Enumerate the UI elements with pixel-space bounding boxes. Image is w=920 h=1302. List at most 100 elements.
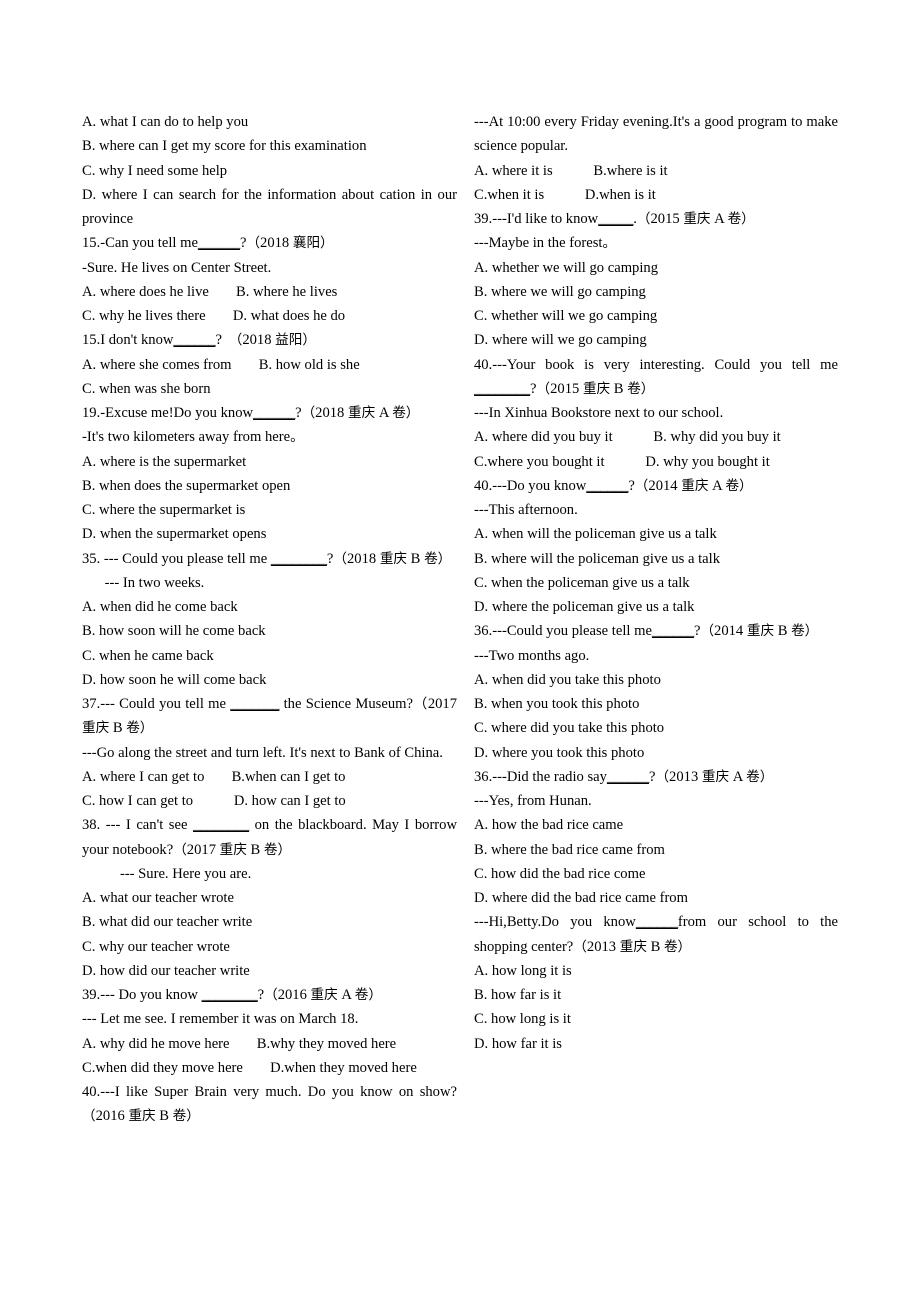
cjk-text [605,454,646,470]
cjk-text: 卷） [424,550,452,567]
fill-in-blank[interactable]: _____ [598,211,633,227]
option-line: A. when did you take this photo [474,671,661,688]
fill-in-blank[interactable]: _______ [230,696,279,712]
answer-line: ---Maybe in the forest。 [474,235,617,252]
cjk-text: 重庆 [582,380,611,397]
cjk-text: （ [301,405,316,421]
fill-in-blank[interactable]: ______ [607,769,649,785]
fill-in-blank[interactable]: ________ [202,987,258,1003]
option-line: B. where can I get my score for this exa… [82,138,367,155]
question-stem: 36.---Could you please tell me______?（20… [474,623,819,640]
option-line: D. where did the bad rice came from [474,890,688,906]
answer-line: -It's two kilometers away from here。 [82,429,304,446]
option-line: C. how long is it [474,1011,571,1028]
option-line: A. why did he move here B.why they moved… [82,1035,397,1052]
right-column: ---At 10:00 every Friday evening.It's a … [474,110,838,1056]
option-line: B. when you took this photo [474,696,640,712]
option-line: A. how long it is [474,962,572,979]
cjk-text: 重庆 [681,477,709,494]
cjk-text: （ [333,550,347,567]
cjk-text: （ [221,332,243,349]
option-line: A. what our teacher wrote [82,890,234,906]
option-line: C. when the policeman give us a talk [474,574,690,591]
question-stem: 39.---I'd like to know_____.（2015 重庆 A 卷… [474,211,755,227]
cjk-text: 重庆 [619,938,647,955]
option-line: B. where we will go camping [474,283,646,300]
question-stem: 39.--- Do you know ________?（2016 重庆 A 卷… [82,987,382,1003]
cjk-text: 襄阳） [292,235,334,252]
left-column: A. what I can do to help you B. where ca… [82,110,457,1129]
fill-in-blank[interactable]: ______ [253,405,295,421]
option-line: D. how soon he will come back [82,671,267,688]
question-stem: 40.---Do you know______?（2014 重庆 A 卷） [474,477,753,494]
option-line: A. whether we will go camping [474,259,658,276]
option-line: C. why our teacher wrote [82,938,230,955]
cjk-text: 卷） [126,720,154,737]
question-stem: 37.--- Could you tell me _______ the Sci… [82,696,458,737]
cjk-text: 重庆 [701,768,730,785]
two-column-body: A. what I can do to help you B. where ca… [82,110,838,1129]
option-line: C. when he came back [82,647,214,664]
cjk-text: 重庆 [128,1108,156,1125]
cjk-text: 重庆 [82,720,110,737]
question-stem: 35. --- Could you please tell me _______… [82,550,452,567]
cjk-text: 卷） [791,623,819,640]
fill-in-blank[interactable]: ______ [173,332,215,348]
cjk-text: （ [655,768,670,785]
cjk-text: 卷） [663,938,692,955]
answer-line: ---In Xinhua Bookstore next to our schoo… [474,405,724,421]
cjk-text: 重庆 [746,623,775,640]
question-stem: 40.---I like Super Brain very much. Do y… [82,1084,457,1125]
option-line: A. where it is B.where is it [474,162,668,179]
cjk-text: （ [173,841,187,858]
option-line: D. where I can search for the informatio… [82,186,457,227]
option-line: C.when did they move here D.when they mo… [82,1059,417,1076]
option-line: D. how did our teacher write [82,962,250,979]
option-line: A. where did you buy it B. why did you b… [474,429,781,446]
cjk-text [230,1036,257,1052]
option-line: A. where I can get to B.when can I get t… [82,768,346,785]
cjk-text: 卷） [725,477,753,494]
option-line: B. where the bad rice came from [474,841,665,858]
fill-in-blank[interactable]: ________ [474,381,530,397]
answer-line: ---Two months ago. [474,647,590,664]
option-line: B. when does the supermarket open [82,477,291,494]
option-line: A. what I can do to help you [82,114,249,130]
fill-in-blank[interactable]: ______ [198,235,240,251]
option-line: C. when was she born [82,380,211,397]
question-stem: 15.I don't know______? （2018 益阳） [82,332,316,349]
cjk-text: 益阳） [275,332,316,349]
fill-in-blank[interactable]: ______ [586,478,628,494]
option-line: C. why he lives there D. what does he do [82,308,346,324]
cjk-text: 卷） [354,987,382,1003]
worksheet-page: A. what I can do to help you B. where ca… [0,0,920,1302]
question-stem: ---Hi,Betty.Do you know______from our sc… [474,914,839,955]
cjk-text: 卷） [392,405,420,421]
cjk-text: （ [412,696,428,712]
cjk-text: 重庆 [219,841,247,858]
fill-in-blank[interactable]: ______ [636,914,678,930]
fill-in-blank[interactable]: ______ [652,623,694,639]
cjk-text: （ [246,235,261,252]
fill-in-blank[interactable]: ________ [193,817,249,833]
option-line: C.where you bought it D. why you bought … [474,453,770,470]
cjk-text: 卷） [727,211,755,227]
cjk-text [193,793,234,809]
cjk-text [544,187,585,203]
option-line: A. where she comes from B. how old is sh… [82,356,360,373]
cjk-text [204,769,231,785]
cjk-text: （ [700,623,715,640]
cjk-text: 重庆 [683,211,711,227]
cjk-text: （ [264,987,278,1003]
question-stem: 38. --- I can't see ________ on the blac… [82,817,457,858]
fill-in-blank[interactable]: ________ [271,551,327,567]
option-line: B. what did our teacher write [82,914,253,931]
option-line: D. how far it is [474,1035,562,1052]
option-line: C. where did you take this photo [474,720,665,737]
question-stem: 40.---Your book is very interesting. Cou… [474,356,838,397]
option-line: B. how far is it [474,987,562,1003]
cjk-text [232,357,259,373]
option-line: A. where does he live B. where he lives [82,283,338,300]
cjk-text [243,1060,270,1076]
cjk-text [553,163,594,179]
